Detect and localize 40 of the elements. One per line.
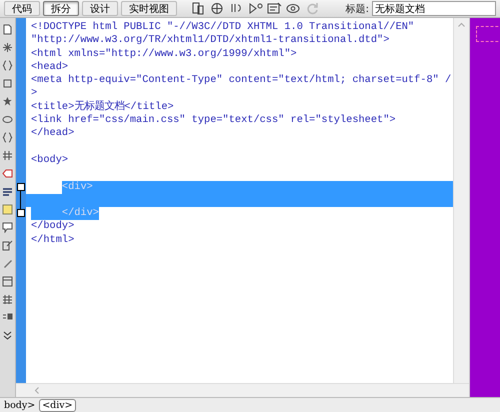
code-text: <html xmlns="http://www.w3.org/1999/xhtml">	[31, 48, 297, 61]
view-button[interactable]: 代码	[4, 1, 40, 16]
code-text: </div>	[31, 207, 99, 220]
grid-icon[interactable]	[2, 294, 13, 305]
brace-icon[interactable]	[2, 60, 13, 71]
comment-icon[interactable]	[2, 222, 13, 233]
code-text: <!DOCTYPE html PUBLIC "-//W3C//DTD XHTML 1.0 Transitional//EN"	[31, 21, 414, 34]
code-text: >	[31, 87, 38, 101]
view-button[interactable]: 设计	[82, 1, 118, 16]
hash-icon[interactable]	[2, 150, 13, 161]
code-text: <meta http-equiv="Content-Type" content="text/html; charset=utf-8" /	[31, 74, 452, 88]
fold-marker[interactable]	[17, 182, 25, 191]
code-text: </body>	[31, 220, 74, 234]
tag-icon[interactable]	[2, 168, 13, 179]
list-icon[interactable]	[2, 186, 13, 197]
tag-selector[interactable]: body>	[1, 398, 38, 412]
chevron-icon[interactable]	[2, 330, 13, 341]
view-button[interactable]: 拆分	[43, 1, 79, 16]
code-text: </head>	[31, 127, 74, 141]
title-field[interactable]: 无标题文档	[372, 1, 496, 16]
tag-selector[interactable]: <div>	[39, 398, 76, 412]
pencil-icon[interactable]	[2, 258, 13, 269]
star-icon[interactable]	[2, 96, 13, 107]
div-outline	[476, 26, 500, 42]
asterisk-icon[interactable]	[2, 42, 13, 53]
code-text: <body>	[31, 154, 68, 168]
edit-icon[interactable]	[2, 240, 13, 251]
code-text: "http://www.w3.org/TR/xhtml1/DTD/xhtml1-transitional.dtd">	[31, 34, 390, 48]
title-label: 标题:	[346, 2, 369, 16]
code-text: </html>	[31, 234, 74, 248]
box-icon[interactable]	[2, 78, 13, 89]
document-icon[interactable]	[2, 24, 13, 35]
panel-icon[interactable]	[2, 276, 13, 287]
brace-icon[interactable]	[2, 132, 13, 143]
view-button[interactable]: 实时视图	[121, 1, 177, 16]
code-text: <head>	[31, 60, 68, 74]
code-text: <link href="css/main.css" type="text/css" rel="stylesheet">	[31, 114, 396, 128]
code-text: <title>无标题文档</title>	[31, 100, 174, 114]
play-icon[interactable]	[248, 2, 264, 15]
fold-marker[interactable]	[17, 209, 25, 218]
